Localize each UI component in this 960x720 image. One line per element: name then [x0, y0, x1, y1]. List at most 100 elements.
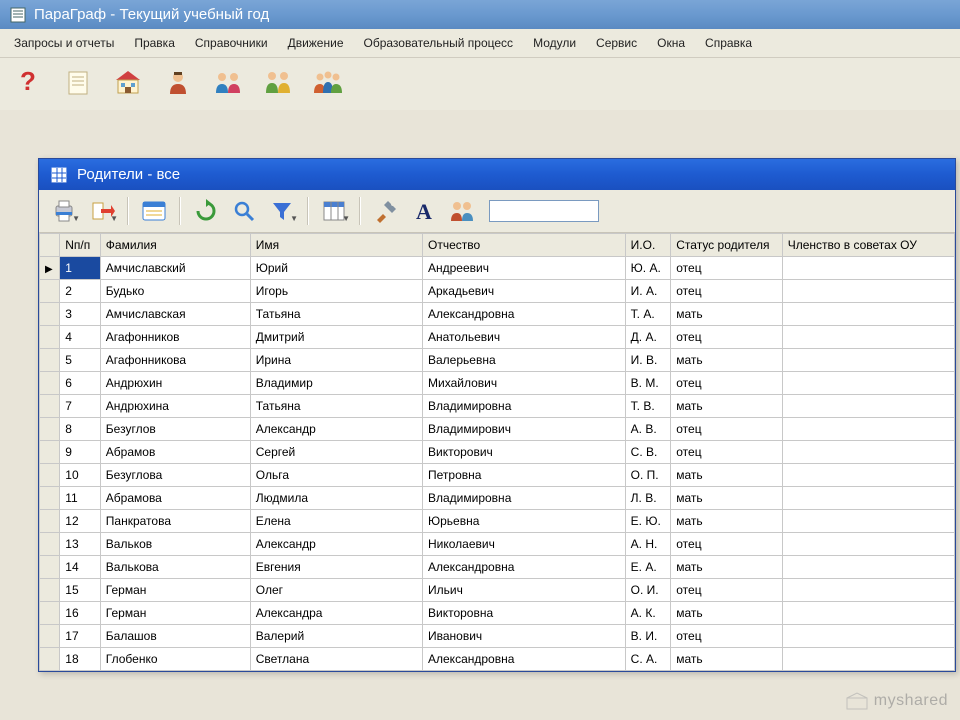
menu-reports[interactable]: Запросы и отчеты: [4, 32, 124, 54]
cell-membership[interactable]: [782, 602, 954, 625]
cell-initials[interactable]: Т. А.: [625, 303, 671, 326]
cell-status[interactable]: мать: [671, 303, 782, 326]
report-icon[interactable]: [60, 64, 96, 100]
cell-surname[interactable]: Вальков: [100, 533, 250, 556]
cell-status[interactable]: мать: [671, 648, 782, 671]
cell-patronymic[interactable]: Александровна: [423, 648, 626, 671]
header-surname[interactable]: Фамилия: [100, 234, 250, 257]
cell-initials[interactable]: Е. Ю.: [625, 510, 671, 533]
cell-patronymic[interactable]: Викторовна: [423, 602, 626, 625]
menu-edu[interactable]: Образовательный процесс: [354, 32, 524, 54]
cell-surname[interactable]: Безуглов: [100, 418, 250, 441]
cell-num[interactable]: 14: [60, 556, 101, 579]
cell-num[interactable]: 8: [60, 418, 101, 441]
cell-initials[interactable]: В. М.: [625, 372, 671, 395]
cell-initials[interactable]: С. А.: [625, 648, 671, 671]
menu-windows[interactable]: Окна: [647, 32, 695, 54]
search-input[interactable]: [489, 200, 599, 222]
cell-patronymic[interactable]: Викторович: [423, 441, 626, 464]
cell-surname[interactable]: Герман: [100, 579, 250, 602]
cell-membership[interactable]: [782, 280, 954, 303]
cell-num[interactable]: 5: [60, 349, 101, 372]
cell-status[interactable]: отец: [671, 280, 782, 303]
cell-initials[interactable]: Ю. А.: [625, 257, 671, 280]
cell-patronymic[interactable]: Юрьевна: [423, 510, 626, 533]
cell-status[interactable]: отец: [671, 579, 782, 602]
school-building-icon[interactable]: [110, 64, 146, 100]
cell-patronymic[interactable]: Владимировна: [423, 487, 626, 510]
students-icon[interactable]: [210, 64, 246, 100]
header-name[interactable]: Имя: [250, 234, 422, 257]
menu-ref[interactable]: Справочники: [185, 32, 278, 54]
cell-name[interactable]: Александра: [250, 602, 422, 625]
cell-patronymic[interactable]: Владимировна: [423, 395, 626, 418]
menu-help[interactable]: Справка: [695, 32, 762, 54]
cell-num[interactable]: 16: [60, 602, 101, 625]
cell-name[interactable]: Сергей: [250, 441, 422, 464]
table-row[interactable]: 5АгафонниковаИринаВалерьевнаИ. В.мать: [40, 349, 955, 372]
cell-surname[interactable]: Панкратова: [100, 510, 250, 533]
cell-initials[interactable]: В. И.: [625, 625, 671, 648]
cell-status[interactable]: отец: [671, 441, 782, 464]
cell-initials[interactable]: О. П.: [625, 464, 671, 487]
columns-button[interactable]: ▼: [317, 196, 351, 226]
cell-membership[interactable]: [782, 556, 954, 579]
cell-initials[interactable]: И. В.: [625, 349, 671, 372]
cell-status[interactable]: мать: [671, 349, 782, 372]
table-row[interactable]: 13ВальковАлександрНиколаевичА. Н.отец: [40, 533, 955, 556]
cell-num[interactable]: 17: [60, 625, 101, 648]
table-row[interactable]: 2БудькоИгорьАркадьевичИ. А.отец: [40, 280, 955, 303]
cell-name[interactable]: Александр: [250, 418, 422, 441]
cell-surname[interactable]: Балашов: [100, 625, 250, 648]
table-row[interactable]: 6АндрюхинВладимирМихайловичВ. М.отец: [40, 372, 955, 395]
table-row[interactable]: 7АндрюхинаТатьянаВладимировнаТ. В.мать: [40, 395, 955, 418]
cell-surname[interactable]: Агафонникова: [100, 349, 250, 372]
cell-initials[interactable]: А. Н.: [625, 533, 671, 556]
header-membership[interactable]: Членство в советах ОУ: [782, 234, 954, 257]
cell-surname[interactable]: Герман: [100, 602, 250, 625]
header-status[interactable]: Статус родителя: [671, 234, 782, 257]
cell-surname[interactable]: Андрюхина: [100, 395, 250, 418]
cell-num[interactable]: 9: [60, 441, 101, 464]
cell-surname[interactable]: Абрамова: [100, 487, 250, 510]
cell-membership[interactable]: [782, 349, 954, 372]
refresh-button[interactable]: [189, 196, 223, 226]
cell-patronymic[interactable]: Александровна: [423, 303, 626, 326]
cell-name[interactable]: Юрий: [250, 257, 422, 280]
cell-membership[interactable]: [782, 257, 954, 280]
cell-name[interactable]: Ирина: [250, 349, 422, 372]
cell-status[interactable]: отец: [671, 257, 782, 280]
cell-num[interactable]: 3: [60, 303, 101, 326]
cell-initials[interactable]: О. И.: [625, 579, 671, 602]
cell-membership[interactable]: [782, 326, 954, 349]
cell-num[interactable]: 18: [60, 648, 101, 671]
cell-num[interactable]: 12: [60, 510, 101, 533]
cell-surname[interactable]: Глобенко: [100, 648, 250, 671]
cell-name[interactable]: Валерий: [250, 625, 422, 648]
cell-name[interactable]: Владимир: [250, 372, 422, 395]
cell-status[interactable]: мать: [671, 602, 782, 625]
cell-membership[interactable]: [782, 625, 954, 648]
header-indicator[interactable]: [40, 234, 60, 257]
cell-membership[interactable]: [782, 510, 954, 533]
cell-patronymic[interactable]: Николаевич: [423, 533, 626, 556]
cell-name[interactable]: Игорь: [250, 280, 422, 303]
cell-name[interactable]: Светлана: [250, 648, 422, 671]
cell-membership[interactable]: [782, 372, 954, 395]
cell-surname[interactable]: Агафонников: [100, 326, 250, 349]
cell-initials[interactable]: Е. А.: [625, 556, 671, 579]
cell-membership[interactable]: [782, 441, 954, 464]
card-view-button[interactable]: [137, 196, 171, 226]
cell-name[interactable]: Татьяна: [250, 395, 422, 418]
font-button[interactable]: A: [407, 196, 441, 226]
cell-initials[interactable]: Д. А.: [625, 326, 671, 349]
cell-num[interactable]: 1: [60, 257, 101, 280]
cell-surname[interactable]: Андрюхин: [100, 372, 250, 395]
group-icon[interactable]: [310, 64, 346, 100]
cell-initials[interactable]: А. В.: [625, 418, 671, 441]
cell-num[interactable]: 13: [60, 533, 101, 556]
cell-surname[interactable]: Абрамов: [100, 441, 250, 464]
cell-status[interactable]: мать: [671, 395, 782, 418]
cell-status[interactable]: мать: [671, 556, 782, 579]
cell-surname[interactable]: Будько: [100, 280, 250, 303]
